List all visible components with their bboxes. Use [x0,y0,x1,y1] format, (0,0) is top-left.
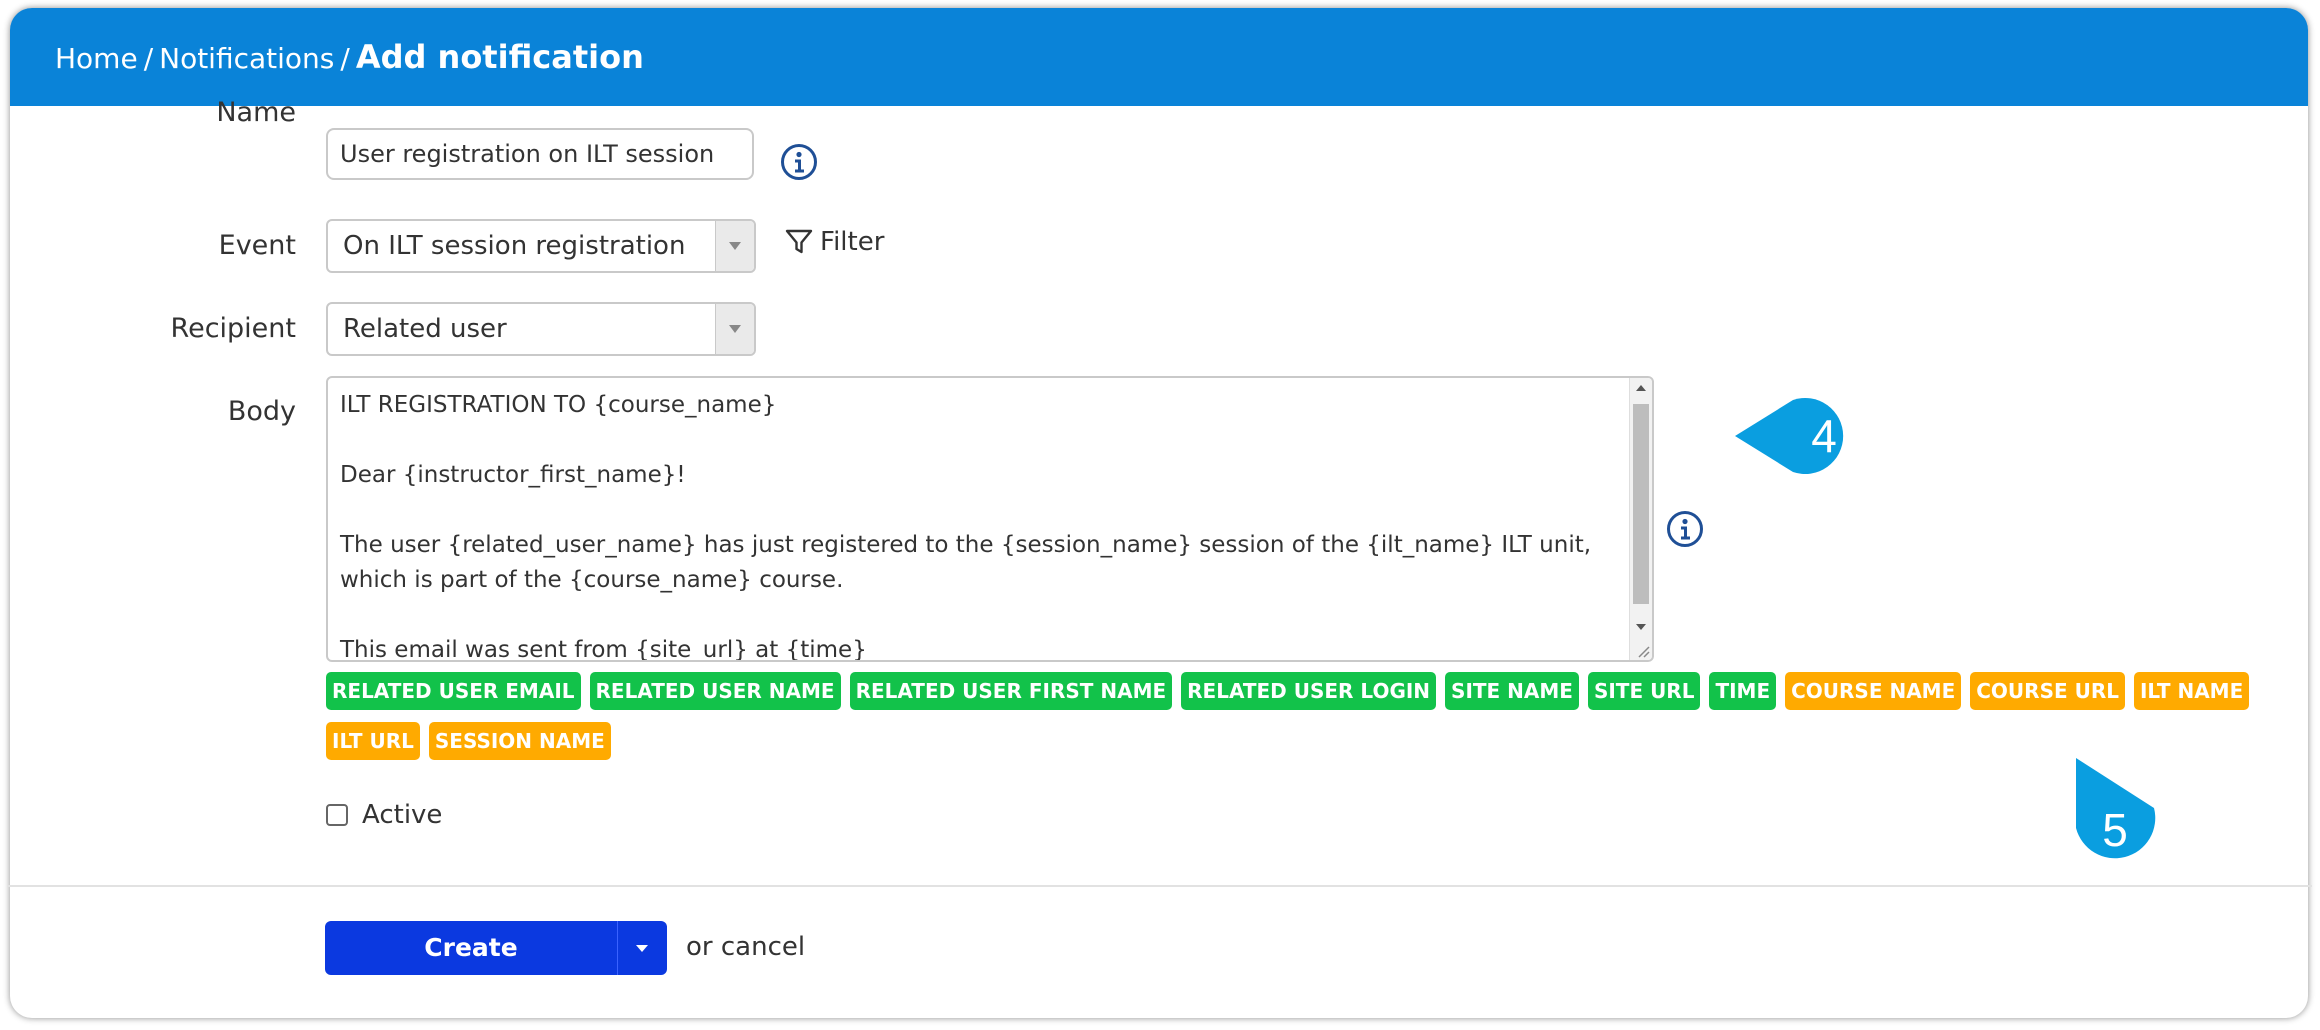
tag-course-name[interactable]: COURSE NAME [1785,672,1962,710]
tag-session-name[interactable]: SESSION NAME [428,722,611,760]
breadcrumb: Home / Notifications / Add notification [55,38,644,78]
or-text: or [686,932,713,962]
event-select-value: On ILT session registration [343,231,686,261]
callout-number: 5 [2102,804,2128,856]
create-notification-split-button: Create notification [325,921,667,1016]
tag-related-user-login[interactable]: RELATED USER LOGIN [1181,672,1437,710]
tag-site-url[interactable]: SITE URL [1587,672,1701,710]
tag-time[interactable]: TIME [1709,672,1777,710]
name-label: Name [216,97,296,128]
tag-ilt-name[interactable]: ILT NAME [2133,672,2250,710]
recipient-select-value: Related user [343,314,507,344]
body-scrollbar[interactable] [1629,378,1652,660]
body-textarea[interactable]: ILT REGISTRATION TO {course_name} Dear {… [326,376,1654,662]
event-select[interactable]: On ILT session registration [326,219,756,273]
filter-label: Filter [820,227,885,257]
callout-marker: 5 [2074,756,2158,868]
tag-site-name[interactable]: SITE NAME [1445,672,1579,710]
recipient-label: Recipient [170,313,296,344]
callout-marker: 4 [1735,396,1855,476]
callout-number: 4 [1811,410,1837,462]
scroll-up-arrow-icon[interactable] [1636,385,1646,391]
cancel-text: or cancel [686,932,805,962]
body-text[interactable]: ILT REGISTRATION TO {course_name} Dear {… [340,388,1610,660]
chevron-down-icon[interactable] [715,221,754,271]
body-label: Body [227,396,296,427]
active-checkbox[interactable] [326,804,348,826]
tag-ilt-url[interactable]: ILT URL [326,722,420,760]
breadcrumb-home-link[interactable]: Home [55,42,138,75]
filter-button[interactable]: Filter [784,222,884,262]
breadcrumb-separator: / [143,42,154,75]
filter-funnel-icon [785,229,813,254]
active-option: Active [326,800,442,830]
chevron-down-icon[interactable] [617,921,667,975]
event-label: Event [218,230,296,261]
page-header: Home / Notifications / Add notification [10,8,2308,106]
active-label[interactable]: Active [362,800,442,830]
breadcrumb-notifications-link[interactable]: Notifications [159,42,334,75]
create-notification-button[interactable]: Create notification [325,921,617,1016]
info-icon[interactable] [1666,510,1704,548]
page-title: Add notification [355,38,644,76]
resize-grip-icon[interactable] [1634,642,1650,658]
tag-related-user-first-name[interactable]: RELATED USER FIRST NAME [849,672,1173,710]
form-divider [8,885,2312,887]
breadcrumb-separator: / [340,42,350,75]
tag-related-user-email[interactable]: RELATED USER EMAIL [326,672,581,710]
tag-related-user-name[interactable]: RELATED USER NAME [589,672,841,710]
scroll-thumb[interactable] [1633,404,1649,604]
chevron-down-icon[interactable] [715,304,754,354]
scroll-down-arrow-icon[interactable] [1636,624,1646,630]
info-icon[interactable] [780,143,818,181]
recipient-select[interactable]: Related user [326,302,756,356]
placeholder-tags: RELATED USER EMAIL RELATED USER NAME REL… [326,672,2286,760]
tag-course-url[interactable]: COURSE URL [1970,672,2125,710]
cancel-link[interactable]: cancel [721,932,805,962]
name-input[interactable] [326,128,754,180]
